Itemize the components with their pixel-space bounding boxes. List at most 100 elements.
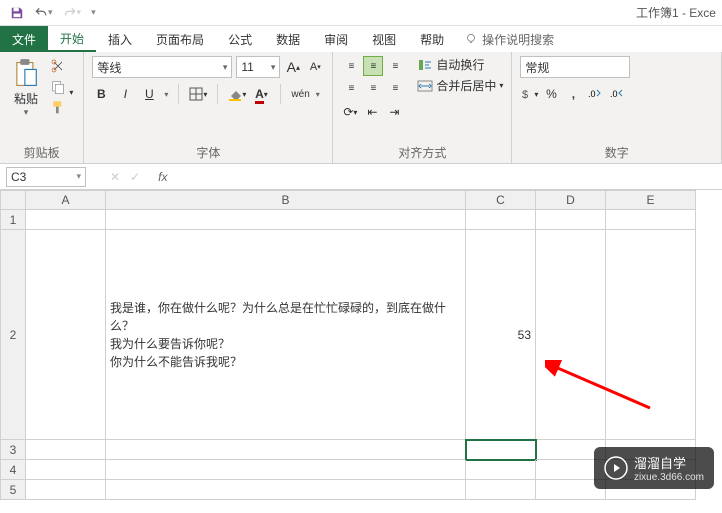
name-box[interactable]: C3▾ bbox=[6, 167, 86, 187]
row-header-2[interactable]: 2 bbox=[0, 230, 26, 440]
undo-icon[interactable]: ▾ bbox=[34, 6, 53, 20]
percent-icon[interactable]: % bbox=[542, 84, 560, 104]
phonetic-icon[interactable]: wén bbox=[291, 84, 309, 104]
border-icon[interactable]: ▾ bbox=[189, 84, 207, 104]
tab-help[interactable]: 帮助 bbox=[408, 26, 456, 52]
tab-file[interactable]: 文件 bbox=[0, 26, 48, 52]
merge-center-button[interactable]: 合并后居中 ▾ bbox=[417, 77, 503, 94]
cell-C2[interactable]: 53 bbox=[466, 230, 536, 440]
number-format-combo[interactable]: 常规 bbox=[520, 56, 630, 78]
cell-B5[interactable] bbox=[106, 480, 466, 500]
comma-icon[interactable]: , bbox=[564, 84, 582, 104]
tab-insert[interactable]: 插入 bbox=[96, 26, 144, 52]
col-header-E[interactable]: E bbox=[606, 190, 696, 210]
cut-icon[interactable] bbox=[50, 58, 73, 77]
align-top-center[interactable]: ≡ bbox=[363, 56, 383, 76]
bold-button[interactable]: B bbox=[92, 84, 110, 104]
cell-A2[interactable] bbox=[26, 230, 106, 440]
col-header-B[interactable]: B bbox=[106, 190, 466, 210]
svg-text:.0: .0 bbox=[588, 89, 596, 99]
grow-font-icon[interactable]: A▴ bbox=[284, 57, 302, 77]
cell-C3[interactable] bbox=[466, 440, 536, 460]
decrease-decimal-icon[interactable]: .0 bbox=[608, 84, 626, 104]
tab-formulas[interactable]: 公式 bbox=[216, 26, 264, 52]
align-left[interactable]: ≡ bbox=[341, 78, 361, 98]
font-size-value: 11 bbox=[241, 60, 253, 74]
cancel-icon: ✕ bbox=[110, 170, 120, 184]
cell-A5[interactable] bbox=[26, 480, 106, 500]
tab-layout[interactable]: 页面布局 bbox=[144, 26, 216, 52]
cell-C5[interactable] bbox=[466, 480, 536, 500]
cell-B1[interactable] bbox=[106, 210, 466, 230]
group-alignment: ≡ ≡ ≡ ≡ ≡ ≡ ⟳▾ ⇤ ⇥ 自动换行 bbox=[333, 52, 512, 163]
cell-A1[interactable] bbox=[26, 210, 106, 230]
row-header-4[interactable]: 4 bbox=[0, 460, 26, 480]
align-top-left[interactable]: ≡ bbox=[341, 56, 361, 76]
window-title: 工作簿1 - Exce bbox=[636, 4, 716, 21]
fx-icon[interactable]: fx bbox=[158, 170, 167, 184]
cell-D2[interactable] bbox=[536, 230, 606, 440]
svg-text:.0: .0 bbox=[610, 89, 618, 99]
tab-data[interactable]: 数据 bbox=[264, 26, 312, 52]
italic-button[interactable]: I bbox=[116, 84, 134, 104]
cell-B4[interactable] bbox=[106, 460, 466, 480]
group-font: 等线▾ 11▾ A▴ A▾ B I U▾ ▾ ▾ A ▾ wén▾ 字体 bbox=[84, 52, 333, 163]
shrink-font-icon[interactable]: A▾ bbox=[306, 57, 324, 77]
decrease-indent-icon[interactable]: ⇤ bbox=[363, 102, 381, 122]
formula-input[interactable] bbox=[171, 167, 722, 187]
customize-qat-icon[interactable]: ▾ bbox=[91, 7, 96, 18]
ribbon: 粘贴 ▾ ▾ 剪贴板 等线▾ 11▾ A▴ A▾ B I U▾ bbox=[0, 52, 722, 164]
increase-indent-icon[interactable]: ⇥ bbox=[385, 102, 403, 122]
font-name-combo[interactable]: 等线▾ bbox=[92, 56, 232, 78]
svg-text:$: $ bbox=[522, 89, 528, 101]
underline-button[interactable]: U bbox=[140, 84, 158, 104]
wrap-text-button[interactable]: 自动换行 bbox=[417, 56, 503, 73]
cell-A3[interactable] bbox=[26, 440, 106, 460]
cell-C4[interactable] bbox=[466, 460, 536, 480]
copy-icon[interactable]: ▾ bbox=[50, 79, 73, 98]
lightbulb-icon bbox=[464, 32, 478, 46]
increase-decimal-icon[interactable]: .0 bbox=[586, 84, 604, 104]
tell-me-search[interactable]: 操作说明搜索 bbox=[464, 26, 554, 52]
format-painter-icon[interactable] bbox=[50, 100, 73, 119]
tab-review[interactable]: 审阅 bbox=[312, 26, 360, 52]
row-header-1[interactable]: 1 bbox=[0, 210, 26, 230]
formula-bar: C3▾ ✕ ✓ fx bbox=[0, 164, 722, 190]
wrap-icon bbox=[417, 58, 433, 72]
tab-home[interactable]: 开始 bbox=[48, 26, 96, 52]
group-font-label: 字体 bbox=[92, 144, 324, 161]
cell-D1[interactable] bbox=[536, 210, 606, 230]
row-header-5[interactable]: 5 bbox=[0, 480, 26, 500]
cell-E2[interactable] bbox=[606, 230, 696, 440]
paste-button[interactable]: 粘贴 ▾ bbox=[8, 56, 44, 120]
cell-E1[interactable] bbox=[606, 210, 696, 230]
enter-icon: ✓ bbox=[130, 170, 140, 184]
font-size-combo[interactable]: 11▾ bbox=[236, 56, 280, 78]
accounting-format-icon[interactable]: $▾ bbox=[520, 84, 538, 104]
col-header-D[interactable]: D bbox=[536, 190, 606, 210]
align-top-right[interactable]: ≡ bbox=[385, 56, 405, 76]
col-header-C[interactable]: C bbox=[466, 190, 536, 210]
align-center[interactable]: ≡ bbox=[363, 78, 383, 98]
fill-color-icon[interactable]: ▾ bbox=[228, 84, 246, 104]
font-name-value: 等线 bbox=[97, 59, 121, 76]
play-icon bbox=[604, 456, 628, 480]
redo-icon[interactable]: ▾ bbox=[63, 6, 82, 20]
name-box-value: C3 bbox=[11, 170, 26, 184]
orientation-icon[interactable]: ⟳▾ bbox=[341, 102, 359, 122]
save-icon[interactable] bbox=[10, 6, 24, 20]
col-header-A[interactable]: A bbox=[26, 190, 106, 210]
watermark-text: 溜溜自学 bbox=[634, 453, 704, 472]
font-color-icon[interactable]: A ▾ bbox=[252, 84, 270, 104]
cell-C1[interactable] bbox=[466, 210, 536, 230]
cell-B3[interactable] bbox=[106, 440, 466, 460]
select-all-corner[interactable] bbox=[0, 190, 26, 210]
row-header-3[interactable]: 3 bbox=[0, 440, 26, 460]
align-right[interactable]: ≡ bbox=[385, 78, 405, 98]
cell-B2[interactable]: 我是谁，你在做什么呢？为什么总是在忙忙碌碌的，到底在做什么？ 我为什么要告诉你呢… bbox=[106, 230, 466, 440]
tab-view[interactable]: 视图 bbox=[360, 26, 408, 52]
cell-A4[interactable] bbox=[26, 460, 106, 480]
wrap-label: 自动换行 bbox=[436, 56, 484, 73]
align-grid: ≡ ≡ ≡ ≡ ≡ ≡ bbox=[341, 56, 405, 98]
group-clipboard: 粘贴 ▾ ▾ 剪贴板 bbox=[0, 52, 84, 163]
